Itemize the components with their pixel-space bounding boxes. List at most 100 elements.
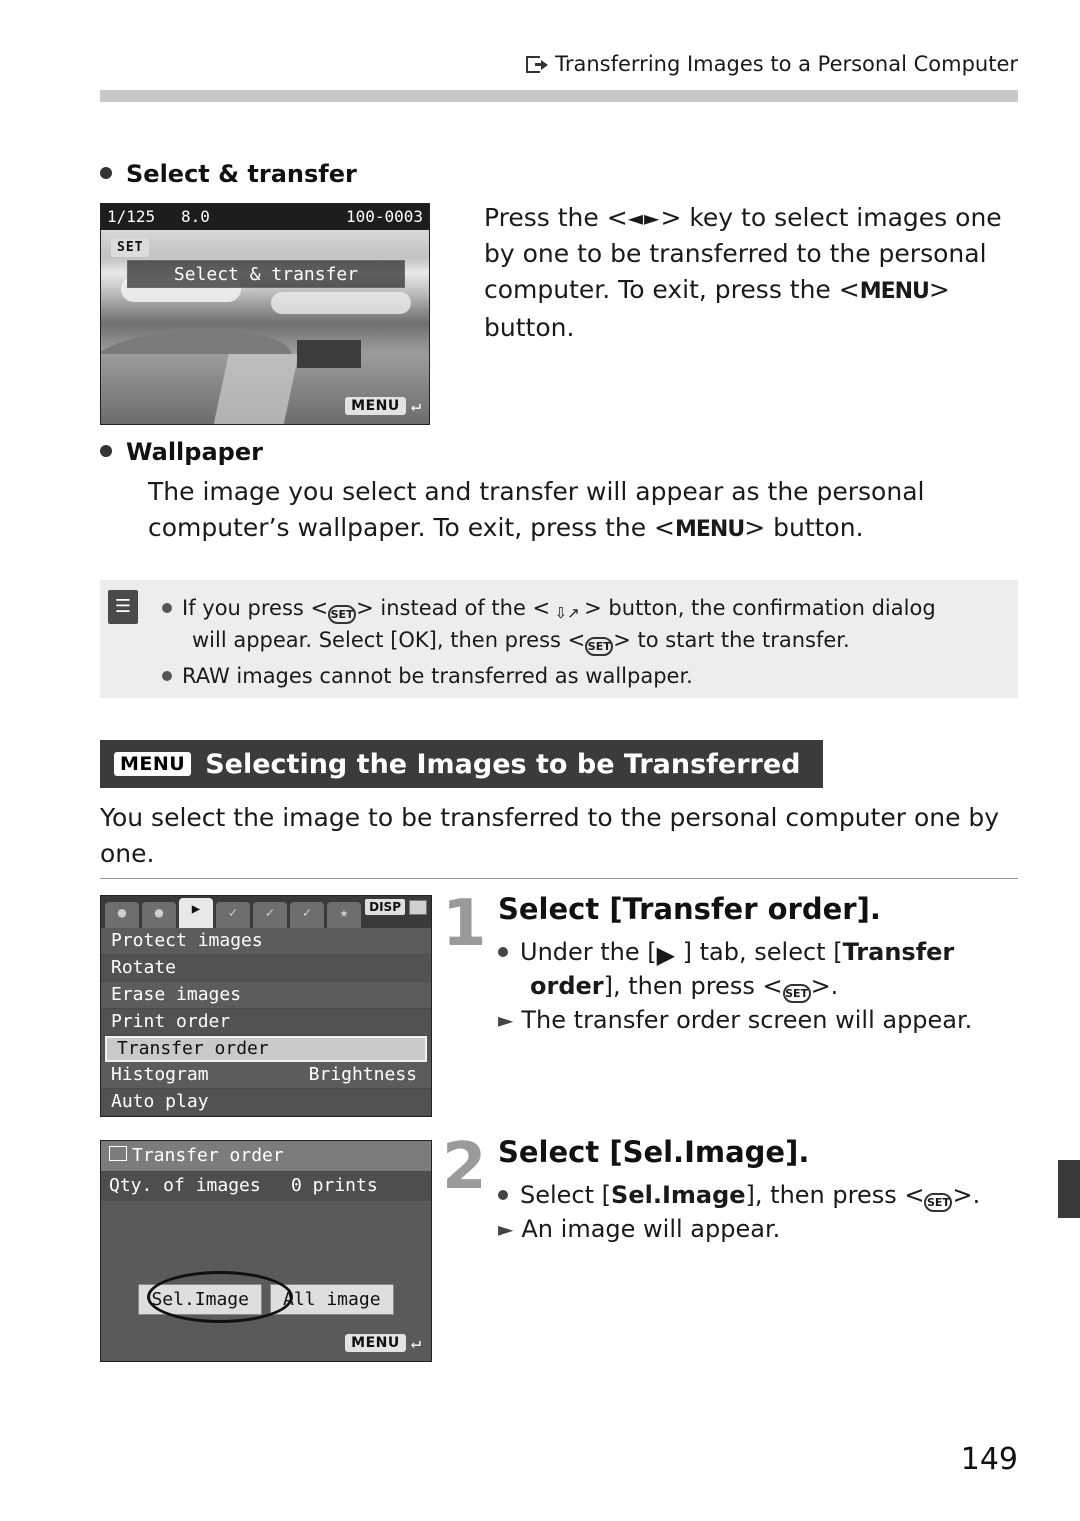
file-number: 100-0003 [345, 207, 423, 226]
lcd-transfer-title: Transfer order [101, 1141, 431, 1171]
menu-row-label: Print order [111, 1011, 231, 1032]
lcd-transfer-order-screenshot: Transfer order Qty. of images 0 prints S… [100, 1140, 432, 1362]
lcd-qty-row: Qty. of images 0 prints [101, 1171, 431, 1201]
lcd-menu-return: MENU ↵ [345, 1333, 421, 1353]
cloud-shape [271, 292, 411, 314]
step-1-number: 1 [442, 887, 487, 961]
barn-shape [297, 340, 361, 368]
lcd-menu-rows: Protect images Rotate Erase images Print… [101, 928, 431, 1116]
menu-row-value: Brightness [308, 1064, 417, 1085]
step-2-number: 2 [442, 1130, 487, 1204]
playback-tab-icon: ▶ [656, 941, 676, 969]
disp-badge-icon: DISP [365, 899, 405, 915]
result-arrow-icon: ► [498, 1008, 514, 1032]
section-intro: You select the image to be transferred t… [100, 803, 1000, 868]
s2-1b: ], then press < [745, 1181, 925, 1209]
header-rule [100, 90, 1018, 102]
bullet-icon [100, 445, 112, 457]
note-1d: will appear. Select [OK], then press < [192, 628, 586, 652]
wrench-icon: ✓ [265, 905, 275, 921]
menu-row: Auto play [101, 1089, 431, 1116]
step-2-heading: Select [Sel.Image]. [498, 1135, 810, 1169]
bullet-icon [498, 947, 508, 957]
menu-row-label: Transfer order [117, 1038, 269, 1059]
tab-playback: ▶ [179, 898, 213, 928]
menu-row-label: Erase images [111, 984, 242, 1005]
qty-value: 0 prints [291, 1175, 378, 1196]
step-2-body: Select [Sel.Image], then press < SET >. ► A… [498, 1178, 1020, 1246]
transfer-icon [109, 1146, 127, 1161]
section-title-text: Selecting the Images to be Transferred [205, 748, 801, 780]
menu-row: Erase images [101, 982, 431, 1009]
s1-line2: order], then press < SET >. [498, 969, 1020, 1003]
return-arrow-icon: ↵ [410, 396, 421, 416]
playback-icon: ▶ [191, 901, 201, 917]
header-title: Transferring Images to a Personal Comput… [555, 52, 1018, 76]
note-item-2: RAW images cannot be transferred as wall… [162, 660, 1002, 692]
left-right-key-icon: ◄► [627, 206, 661, 230]
heading-select-transfer-label: Select & transfer [126, 160, 357, 188]
qty-label: Qty. of images [109, 1175, 261, 1196]
menu-button-icon: MENU [675, 517, 745, 542]
menu-row-label: Auto play [111, 1091, 209, 1112]
s2-bold-sel-image: Sel.Image [611, 1181, 746, 1209]
star-icon: ★ [339, 905, 349, 921]
menu-row-label: Histogram [111, 1064, 209, 1085]
note-icon: ☰ [108, 590, 138, 624]
step-1-body: Under the [▶] tab, select [Transfer orde… [498, 935, 1020, 1037]
tab-setup1: ✓ [216, 902, 250, 928]
menu-row-selected: Transfer order [105, 1036, 427, 1062]
transfer-icon [526, 56, 549, 73]
s1-1c: ], then press < [603, 972, 783, 1000]
s2-1a: Select [ [520, 1181, 612, 1209]
bullet-icon [162, 671, 172, 681]
lcd-topbar: 1/125 8.0 100-0003 [101, 204, 429, 230]
disp-indicator: DISP [365, 899, 427, 915]
heading-select-transfer: Select & transfer [100, 160, 357, 188]
camera-icon: ● [117, 905, 127, 921]
menu-badge-icon: MENU [345, 1334, 406, 1352]
s1-1d: >. [810, 972, 839, 1000]
s1-bold-transfer: Transfer [842, 938, 955, 966]
set-button-icon: SET [782, 984, 811, 1003]
tab-shoot2: ● [142, 902, 176, 928]
step-2-result: ► An image will appear. [498, 1212, 1020, 1246]
s1-2: The transfer order screen will appear. [521, 1006, 973, 1034]
s2-2: An image will appear. [521, 1215, 781, 1243]
menu-row-label: Rotate [111, 957, 177, 978]
tab-mymenu: ★ [327, 902, 361, 928]
menu-button-icon: MENU [859, 279, 930, 304]
wrench-icon: ✓ [302, 905, 312, 921]
page-number: 149 [960, 1442, 1018, 1477]
side-tab-marker [1058, 1160, 1080, 1218]
lcd-menu-return: MENU ↵ [345, 396, 421, 416]
note-1a: If you press < [182, 596, 329, 620]
step-1-result: ► The transfer order screen will appear. [498, 1003, 1020, 1037]
note-item-1-cont: will appear. Select [OK], then press < SE… [162, 624, 1002, 656]
note-1e: > to start the transfer. [613, 628, 850, 652]
note-1c: > button, the confirmation dialog [584, 596, 936, 620]
s2-1c: >. [952, 1181, 981, 1209]
lcd-overlay-title: Select & transfer [127, 260, 405, 288]
page: Transferring Images to a Personal Comput… [0, 0, 1080, 1521]
set-button-icon: SET [924, 1193, 953, 1212]
note-item-1: If you press < SET > instead of the < ⇩↗ > b… [162, 592, 1002, 624]
note-1b: > instead of the < [356, 596, 551, 620]
menu-badge-icon: MENU [345, 397, 406, 415]
lcd-menu-tabs: ● ● ▶ ✓ ✓ ✓ ★ DISP [101, 896, 431, 928]
lcd-select-transfer-screenshot: 1/125 8.0 100-0003 SET Select & transfer… [100, 203, 430, 425]
return-arrow-icon: ↵ [410, 1333, 421, 1353]
set-button-icon: SET [328, 605, 357, 624]
tab-setup3: ✓ [290, 902, 324, 928]
disp-square-icon [409, 899, 427, 915]
aperture-value: 8.0 [181, 207, 210, 226]
note-text: If you press < SET > instead of the < ⇩↗ > b… [162, 592, 1002, 692]
page-header: Transferring Images to a Personal Comput… [0, 52, 1080, 76]
menu-row: Histogram Brightness [101, 1062, 431, 1089]
set-badge-icon: SET [111, 238, 150, 257]
lcd-menu-screenshot: ● ● ▶ ✓ ✓ ✓ ★ DISP Protect images Rotate… [100, 895, 432, 1117]
para-part-1: Press the < [484, 203, 628, 232]
lcd-transfer-title-text: Transfer order [132, 1145, 284, 1166]
wrench-icon: ✓ [228, 905, 238, 921]
menu-badge-icon: MENU [114, 752, 192, 776]
